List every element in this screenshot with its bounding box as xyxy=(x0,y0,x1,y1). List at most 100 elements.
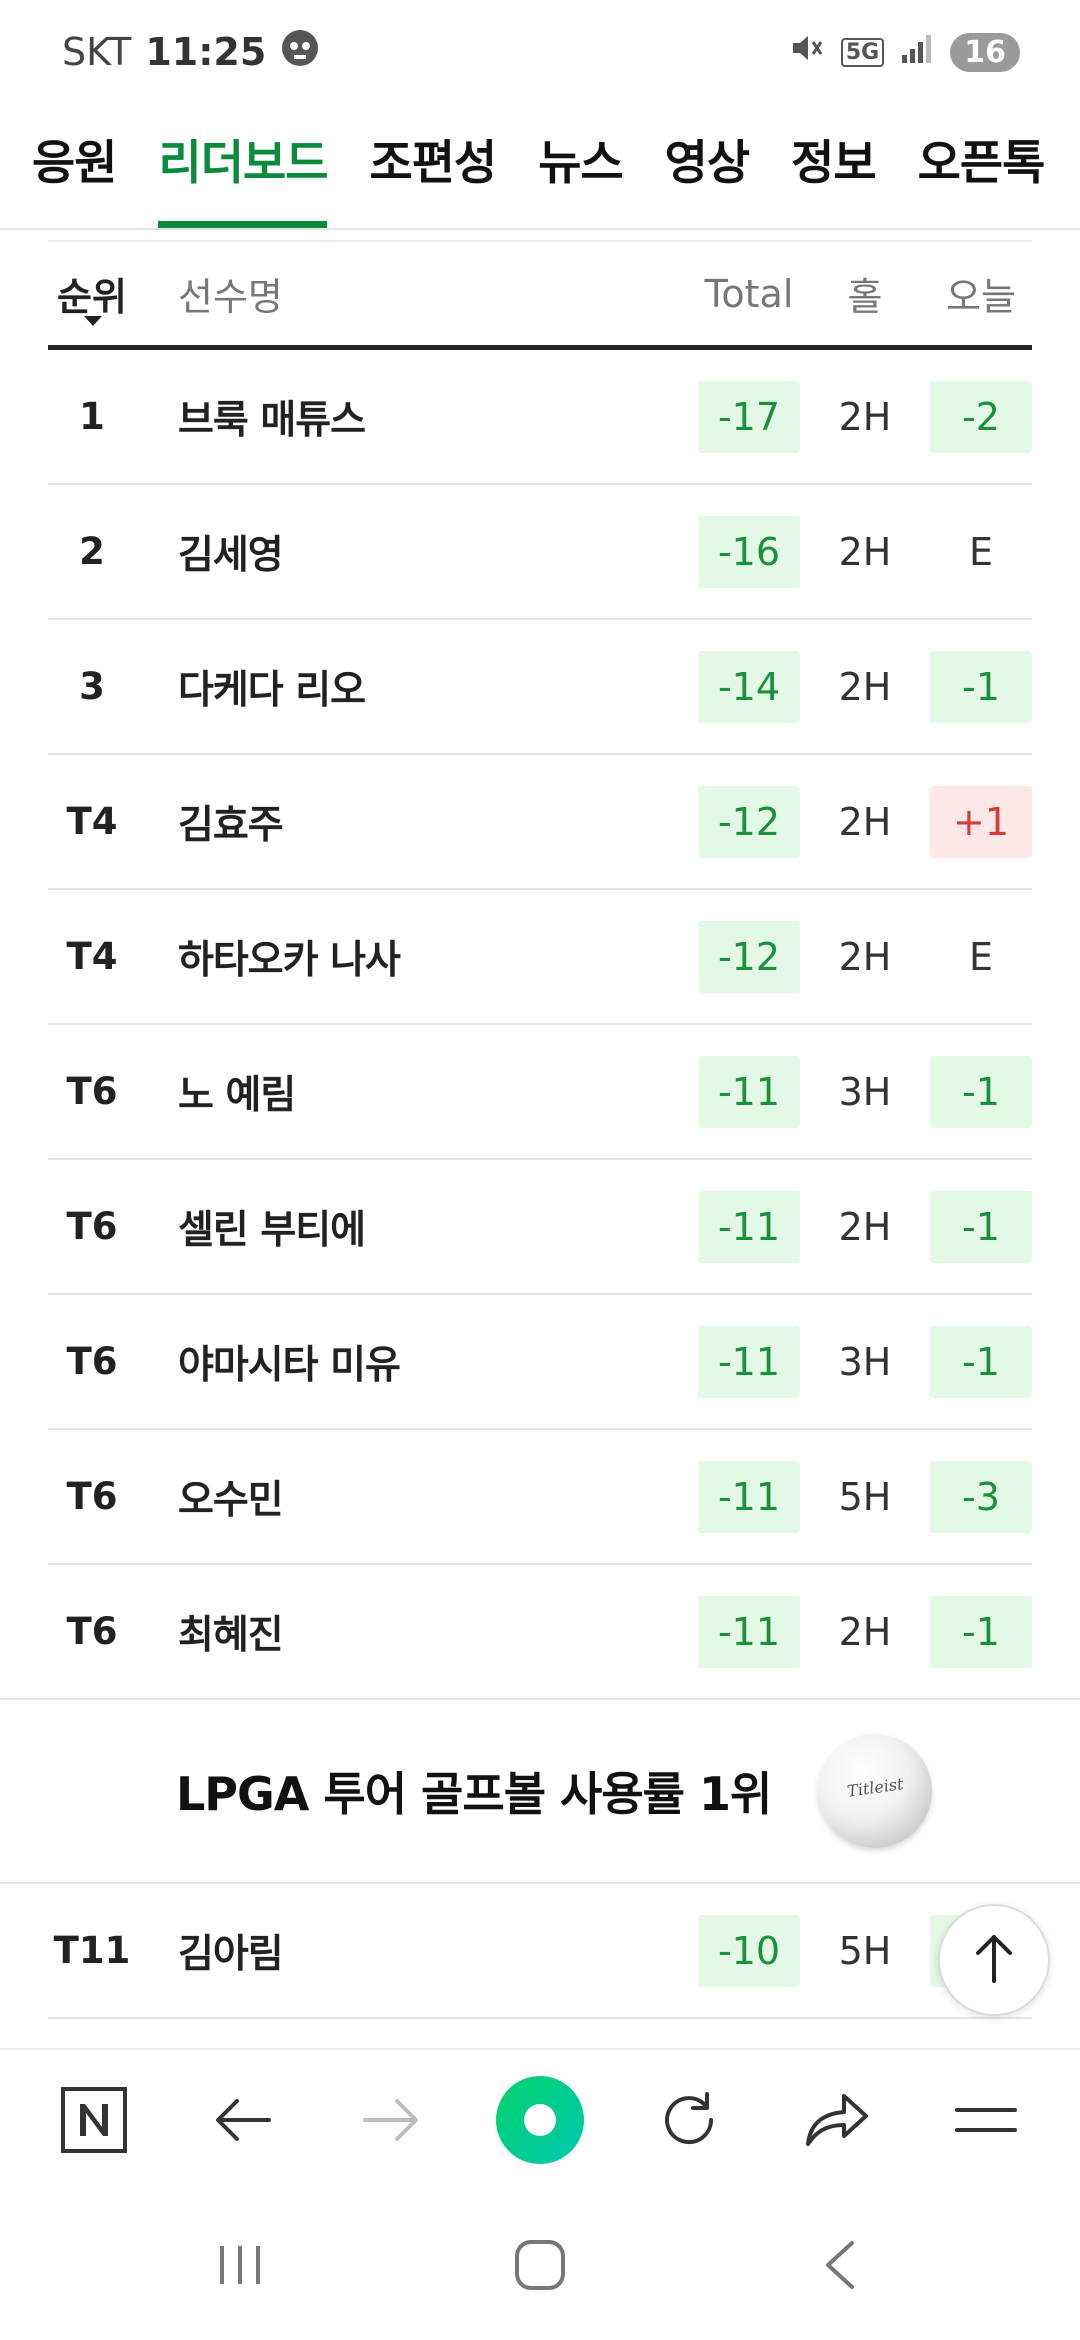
scroll-to-top-button[interactable] xyxy=(938,1904,1050,2016)
sort-caret-icon xyxy=(84,316,102,326)
rank-cell: 1 xyxy=(79,395,105,438)
green-dot-button[interactable] xyxy=(485,2067,595,2177)
total-score: -11 xyxy=(698,1325,800,1398)
hole-cell: 2H xyxy=(838,799,892,844)
today-score: -3 xyxy=(930,1460,1032,1533)
player-name: 최혜진 xyxy=(178,1612,284,1658)
naver-home-button[interactable] xyxy=(39,2067,149,2177)
share-button[interactable] xyxy=(782,2067,892,2177)
player-name: 김아림 xyxy=(178,1931,284,1977)
tab-leaderboard[interactable]: 리더보드 xyxy=(158,104,328,228)
refresh-button[interactable] xyxy=(634,2067,744,2177)
today-score: -2 xyxy=(930,380,1032,453)
player-name: 셀린 부티에 xyxy=(178,1207,366,1253)
tab-info[interactable]: 정보 xyxy=(791,104,876,228)
total-score: -11 xyxy=(698,1460,800,1533)
golf-ball-image: Titleist xyxy=(818,1734,932,1848)
rank-cell: T6 xyxy=(66,1070,118,1113)
player-name: 하타오카 나사 xyxy=(178,937,401,983)
total-header: Total xyxy=(704,271,794,316)
rank-cell: T6 xyxy=(66,1205,118,1248)
hole-cell: 3H xyxy=(838,1069,892,1114)
table-row[interactable]: 3 다케다 리오 -14 2H -1 xyxy=(48,620,1032,755)
hole-cell: 5H xyxy=(838,1928,892,1973)
table-row[interactable]: 2 김세영 -16 2H E xyxy=(48,485,1032,620)
recent-apps-icon xyxy=(215,2240,265,2294)
today-score: E xyxy=(968,529,993,574)
section-tabs: 응원 리더보드 조편성 뉴스 영상 정보 오픈톡 xyxy=(0,104,1080,230)
hole-cell: 2H xyxy=(838,1204,892,1249)
leaderboard-table-continued: T11 김아림 -10 5H -1 xyxy=(48,1884,1032,2019)
back-nav-button[interactable] xyxy=(780,2217,900,2317)
player-name: 노 예림 xyxy=(178,1072,296,1118)
hole-cell: 2H xyxy=(838,1609,892,1654)
player-name: 야마시타 미유 xyxy=(178,1342,401,1388)
refresh-icon xyxy=(657,2088,721,2156)
today-score: -1 xyxy=(930,650,1032,723)
player-name: 오수민 xyxy=(178,1477,284,1523)
rank-cell: 2 xyxy=(79,530,105,573)
table-header: 순위 선수명 Total 홀 오늘 xyxy=(48,242,1032,350)
table-row[interactable]: T4 하타오카 나사 -12 2H E xyxy=(48,890,1032,1025)
naver-home-icon xyxy=(60,2086,128,2158)
name-header: 선수명 xyxy=(178,275,283,319)
today-score: -1 xyxy=(930,1325,1032,1398)
total-score: -11 xyxy=(698,1595,800,1668)
table-row[interactable]: T4 김효주 -12 2H +1 xyxy=(48,755,1032,890)
total-score: -11 xyxy=(698,1190,800,1263)
today-score: +1 xyxy=(930,785,1032,858)
status-bar: SKT 11:25 5G 16 xyxy=(0,0,1080,104)
hole-cell: 3H xyxy=(838,1339,892,1384)
recent-apps-button[interactable] xyxy=(180,2217,300,2317)
rank-cell: T4 xyxy=(66,800,118,843)
today-score: -1 xyxy=(930,1055,1032,1128)
browser-toolbar xyxy=(0,2048,1080,2194)
today-score: -1 xyxy=(930,1190,1032,1263)
rank-cell: T4 xyxy=(66,935,118,978)
today-score: E xyxy=(968,934,993,979)
forward-button[interactable] xyxy=(336,2067,446,2177)
table-row[interactable]: 1 브룩 매튜스 -17 2H -2 xyxy=(48,350,1032,485)
rank-cell: T6 xyxy=(66,1610,118,1653)
ad-banner[interactable]: LPGA 투어 골프볼 사용률 1위 Titleist xyxy=(0,1698,1080,1884)
share-icon xyxy=(804,2090,870,2154)
tab-pairings[interactable]: 조편성 xyxy=(369,104,497,228)
rank-sort-header[interactable]: 순위 xyxy=(48,266,136,326)
player-name: 김효주 xyxy=(178,802,284,848)
clock: 11:25 xyxy=(145,30,267,74)
table-row[interactable]: T11 김아림 -10 5H -1 xyxy=(48,1884,1032,2019)
today-header: 오늘 xyxy=(946,275,1016,319)
back-icon xyxy=(820,2237,860,2297)
tab-news[interactable]: 뉴스 xyxy=(538,104,623,228)
rank-cell: T6 xyxy=(66,1475,118,1518)
green-dot-icon xyxy=(494,2074,586,2170)
back-arrow-icon xyxy=(213,2095,273,2149)
menu-button[interactable] xyxy=(931,2067,1041,2177)
total-score: -16 xyxy=(698,515,800,588)
rank-header-label: 순위 xyxy=(57,275,127,319)
system-navigation xyxy=(0,2194,1080,2340)
today-score: -1 xyxy=(930,1595,1032,1668)
table-row[interactable]: T6 최혜진 -11 2H -1 xyxy=(48,1565,1032,1700)
hole-cell: 2H xyxy=(838,394,892,439)
status-left: SKT 11:25 xyxy=(62,28,787,77)
tab-video[interactable]: 영상 xyxy=(665,104,750,228)
hole-cell: 2H xyxy=(838,934,892,979)
home-button[interactable] xyxy=(480,2217,600,2317)
player-name: 브룩 매튜스 xyxy=(178,397,366,443)
player-name: 김세영 xyxy=(178,532,284,578)
table-row[interactable]: T6 노 예림 -11 3H -1 xyxy=(48,1025,1032,1160)
ad-text: LPGA 투어 골프볼 사용률 1위 xyxy=(176,1767,772,1821)
tab-cheer[interactable]: 응원 xyxy=(32,104,117,228)
back-button[interactable] xyxy=(188,2067,298,2177)
hole-cell: 2H xyxy=(838,664,892,709)
total-score: -10 xyxy=(698,1914,800,1987)
table-row[interactable]: T6 셀린 부티에 -11 2H -1 xyxy=(48,1160,1032,1295)
table-row[interactable]: T6 야마시타 미유 -11 3H -1 xyxy=(48,1295,1032,1430)
hole-header: 홀 xyxy=(847,275,883,319)
status-right: 5G 16 xyxy=(787,29,1020,76)
tab-open-talk[interactable]: 오픈톡 xyxy=(918,104,1046,228)
table-row[interactable]: T6 오수민 -11 5H -3 xyxy=(48,1430,1032,1565)
notification-skull-icon xyxy=(280,28,320,77)
network-5g-icon: 5G xyxy=(840,37,885,67)
